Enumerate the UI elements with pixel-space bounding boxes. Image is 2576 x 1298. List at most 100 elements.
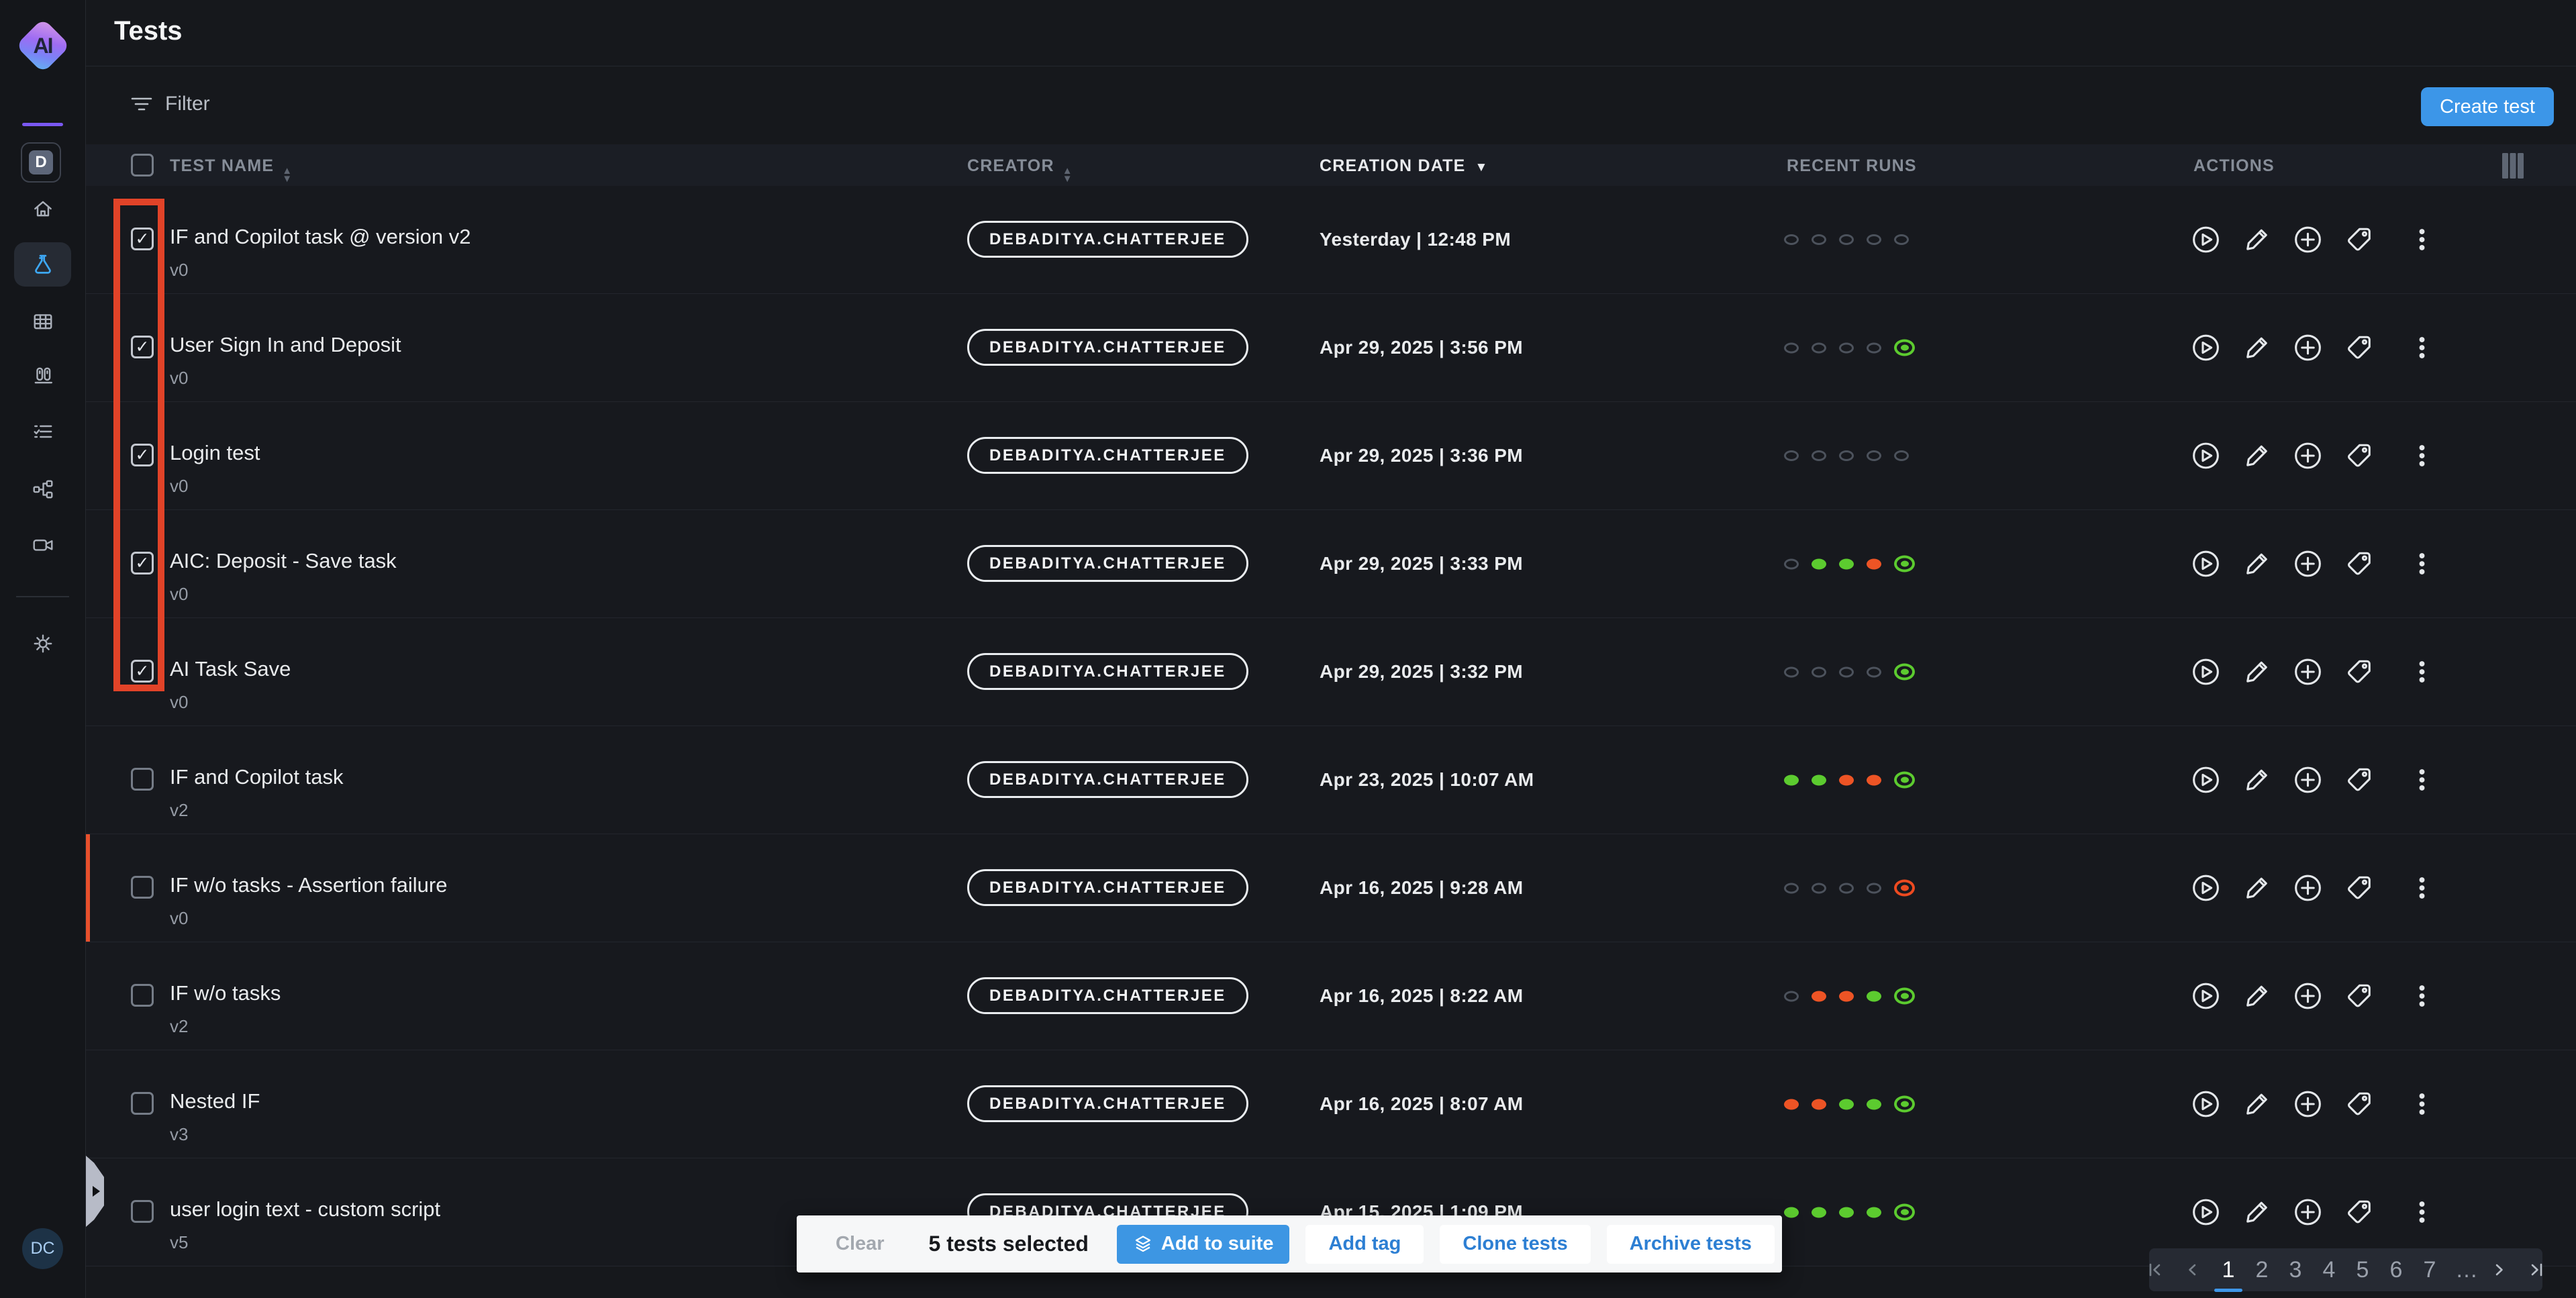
tag-icon[interactable] [2344, 225, 2374, 255]
test-name[interactable]: Login test [170, 441, 260, 465]
run-test-icon[interactable] [2191, 657, 2221, 687]
run-test-icon[interactable] [2191, 441, 2221, 471]
sidebar-item-test-tubes[interactable] [0, 352, 85, 399]
more-options-icon[interactable] [2407, 441, 2437, 471]
add-tag-button[interactable]: Add tag [1305, 1225, 1424, 1264]
add-to-suite-icon[interactable] [2293, 1089, 2323, 1119]
header-creation-date[interactable]: CREATION DATE▼ [1320, 156, 1488, 176]
add-to-suite-icon[interactable] [2293, 549, 2323, 579]
edit-test-icon[interactable] [2242, 1197, 2272, 1228]
more-options-icon[interactable] [2407, 873, 2437, 903]
edit-test-icon[interactable] [2242, 765, 2272, 795]
more-options-icon[interactable] [2407, 1089, 2437, 1119]
select-all-checkbox[interactable] [131, 154, 154, 177]
page-number-3[interactable]: 3 [2287, 1257, 2303, 1283]
previous-page-icon[interactable] [2183, 1260, 2203, 1280]
row-checkbox[interactable] [131, 984, 154, 1007]
test-name[interactable]: IF w/o tasks [170, 981, 281, 1005]
clear-selection-button[interactable]: Clear [836, 1233, 885, 1255]
edit-test-icon[interactable] [2242, 441, 2272, 471]
sidebar-item-settings[interactable] [0, 620, 85, 667]
row-checkbox[interactable] [131, 876, 154, 899]
sidebar-item-tree[interactable] [0, 466, 85, 513]
header-creator[interactable]: CREATOR▲▼ [967, 156, 1073, 183]
table-row[interactable]: Nested IF v3 DEBADITYA.CHATTERJEE Apr 16… [86, 1050, 2576, 1158]
more-options-icon[interactable] [2407, 225, 2437, 255]
clone-tests-button[interactable]: Clone tests [1440, 1225, 1590, 1264]
page-number-7[interactable]: 7 [2422, 1257, 2438, 1283]
sidebar-item-tests[interactable] [0, 241, 85, 288]
sort-icon[interactable]: ▲▼ [282, 167, 293, 183]
more-options-icon[interactable] [2407, 765, 2437, 795]
sidebar-item-tables[interactable] [0, 298, 85, 345]
create-test-button[interactable]: Create test [2421, 87, 2554, 126]
sidebar-item-recordings[interactable] [0, 521, 85, 568]
test-name[interactable]: User Sign In and Deposit [170, 333, 401, 357]
edit-test-icon[interactable] [2242, 873, 2272, 903]
table-row[interactable]: AI Task Save v0 DEBADITYA.CHATTERJEE Apr… [86, 618, 2576, 726]
table-row[interactable]: Login test v0 DEBADITYA.CHATTERJEE Apr 2… [86, 402, 2576, 510]
header-test-name[interactable]: TEST NAME▲▼ [170, 156, 293, 183]
filter-button[interactable]: Filter [130, 93, 210, 115]
edit-test-icon[interactable] [2242, 981, 2272, 1011]
test-name[interactable]: AIC: Deposit - Save task [170, 549, 397, 573]
table-row[interactable]: IF w/o tasks - Assertion failure v0 DEBA… [86, 834, 2576, 942]
run-test-icon[interactable] [2191, 1089, 2221, 1119]
row-checkbox[interactable] [131, 768, 154, 791]
archive-tests-button[interactable]: Archive tests [1607, 1225, 1775, 1264]
more-options-icon[interactable] [2407, 657, 2437, 687]
page-number-2[interactable]: 2 [2254, 1257, 2270, 1283]
edit-test-icon[interactable] [2242, 657, 2272, 687]
more-options-icon[interactable] [2407, 1197, 2437, 1228]
user-avatar[interactable]: DC [22, 1228, 63, 1269]
tag-icon[interactable] [2344, 441, 2374, 471]
add-to-suite-icon[interactable] [2293, 441, 2323, 471]
next-page-icon[interactable] [2489, 1260, 2509, 1280]
tag-icon[interactable] [2344, 549, 2374, 579]
more-options-icon[interactable] [2407, 981, 2437, 1011]
last-page-icon[interactable] [2526, 1260, 2546, 1280]
run-test-icon[interactable] [2191, 765, 2221, 795]
tag-icon[interactable] [2344, 657, 2374, 687]
table-row[interactable]: IF and Copilot task v2 DEBADITYA.CHATTER… [86, 726, 2576, 834]
test-name[interactable]: IF and Copilot task @ version v2 [170, 225, 470, 249]
add-to-suite-icon[interactable] [2293, 333, 2323, 363]
more-options-icon[interactable] [2407, 333, 2437, 363]
edit-test-icon[interactable] [2242, 225, 2272, 255]
test-name[interactable]: Nested IF [170, 1089, 260, 1113]
run-test-icon[interactable] [2191, 981, 2221, 1011]
add-to-suite-icon[interactable] [2293, 225, 2323, 255]
sidebar-item-checklist[interactable] [0, 408, 85, 455]
sidebar-item-home[interactable] [0, 185, 85, 232]
tag-icon[interactable] [2344, 333, 2374, 363]
test-name[interactable]: AI Task Save [170, 657, 291, 681]
test-name[interactable]: IF and Copilot task [170, 765, 343, 789]
edit-test-icon[interactable] [2242, 549, 2272, 579]
add-to-suite-icon[interactable] [2293, 1197, 2323, 1228]
add-to-suite-icon[interactable] [2293, 765, 2323, 795]
run-test-icon[interactable] [2191, 873, 2221, 903]
first-page-icon[interactable] [2145, 1260, 2165, 1280]
add-to-suite-icon[interactable] [2293, 873, 2323, 903]
edit-test-icon[interactable] [2242, 1089, 2272, 1119]
page-number-1[interactable]: 1 [2220, 1257, 2236, 1283]
table-row[interactable]: User Sign In and Deposit v0 DEBADITYA.CH… [86, 294, 2576, 402]
test-name[interactable]: user login text - custom script [170, 1197, 440, 1221]
page-number-6[interactable]: 6 [2388, 1257, 2404, 1283]
tag-icon[interactable] [2344, 873, 2374, 903]
table-row[interactable]: IF and Copilot task @ version v2 v0 DEBA… [86, 186, 2576, 294]
run-test-icon[interactable] [2191, 333, 2221, 363]
row-checkbox[interactable] [131, 1092, 154, 1115]
table-row[interactable]: IF w/o tasks v2 DEBADITYA.CHATTERJEE Apr… [86, 942, 2576, 1050]
table-row[interactable]: AIC: Deposit - Save task v0 DEBADITYA.CH… [86, 510, 2576, 618]
page-number-4[interactable]: 4 [2321, 1257, 2337, 1283]
columns-config-icon[interactable] [2501, 152, 2525, 180]
page-number-5[interactable]: 5 [2355, 1257, 2371, 1283]
workspace-switcher[interactable]: D [21, 142, 61, 183]
add-to-suite-icon[interactable] [2293, 981, 2323, 1011]
add-to-suite-button[interactable]: Add to suite [1117, 1225, 1290, 1264]
tag-icon[interactable] [2344, 1197, 2374, 1228]
run-test-icon[interactable] [2191, 225, 2221, 255]
run-test-icon[interactable] [2191, 549, 2221, 579]
tag-icon[interactable] [2344, 981, 2374, 1011]
